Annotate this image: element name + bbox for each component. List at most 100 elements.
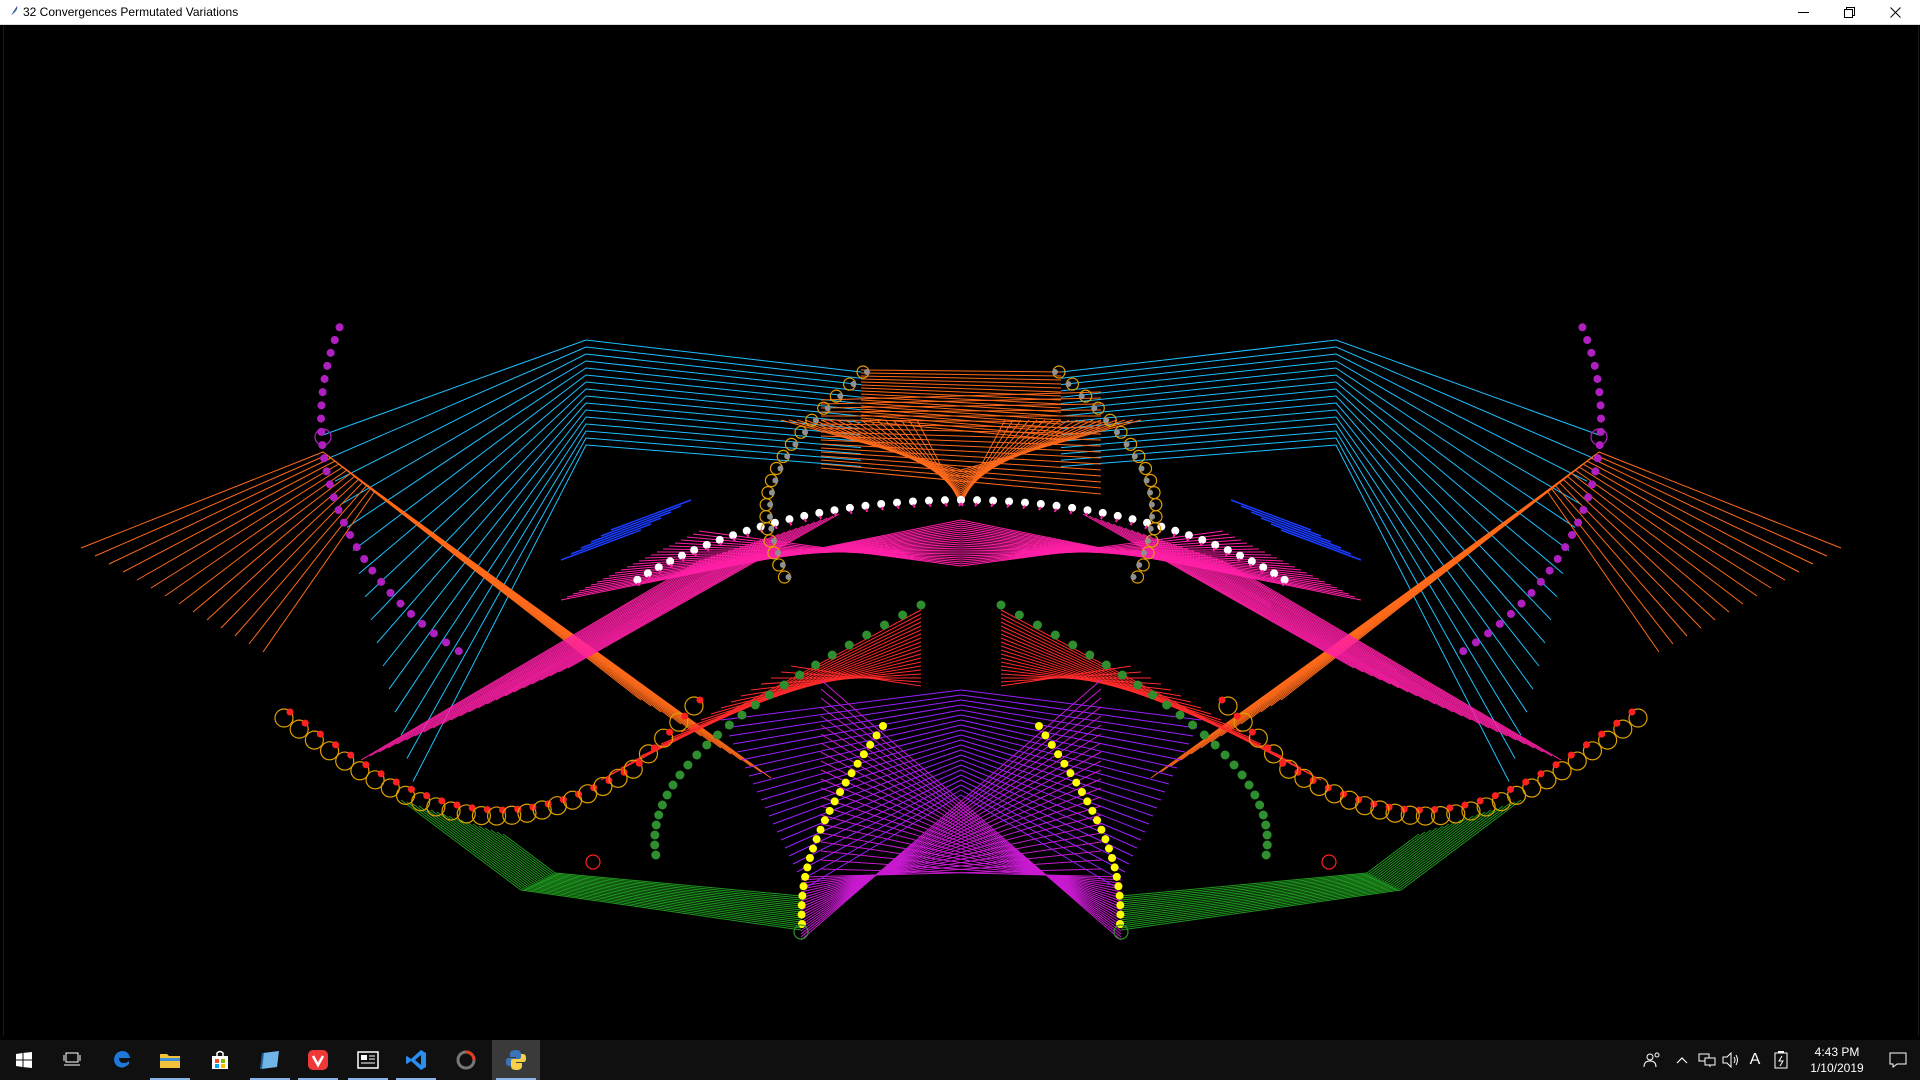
- gray-marker: [771, 537, 778, 544]
- yellow-marker: [1066, 769, 1075, 778]
- red-marker: [392, 778, 400, 786]
- gray-marker: [1136, 561, 1143, 568]
- purple-marker: [1588, 480, 1597, 489]
- purple-marker: [346, 530, 355, 539]
- white-marker: [666, 557, 675, 566]
- battery-button[interactable]: [1770, 1040, 1792, 1080]
- white-marker: [973, 496, 982, 505]
- green-marker: [1199, 730, 1209, 740]
- purple-web-line: [752, 729, 962, 785]
- orange-crown-line: [860, 372, 1062, 377]
- clock[interactable]: 4:43 PM 1/10/2019: [1800, 1044, 1874, 1076]
- python-button[interactable]: [492, 1040, 540, 1080]
- green-marker: [1244, 780, 1254, 790]
- white-marker: [643, 569, 652, 578]
- vivaldi-button[interactable]: [294, 1040, 342, 1080]
- show-hidden-icons-button[interactable]: [1672, 1040, 1692, 1080]
- purple-marker: [1593, 454, 1602, 463]
- white-marker: [1113, 511, 1122, 520]
- edge-button[interactable]: [98, 1040, 146, 1080]
- action-center-button[interactable]: [1876, 1040, 1920, 1080]
- pink-web-line: [513, 525, 804, 693]
- yellow-marker: [1097, 825, 1106, 834]
- purple-marker: [429, 629, 438, 638]
- green-marker: [827, 650, 837, 660]
- red-marker: [1264, 744, 1272, 752]
- orange-fan-line: [178, 472, 712, 743]
- file-explorer-button[interactable]: [146, 1040, 194, 1080]
- purple-marker: [326, 348, 335, 357]
- purple-web-line: [728, 699, 962, 737]
- close-button[interactable]: [1872, 0, 1918, 25]
- green-marker: [654, 810, 664, 820]
- purple-marker: [317, 401, 326, 410]
- purple-marker: [322, 467, 331, 476]
- news-button[interactable]: [344, 1040, 392, 1080]
- green-marker: [1258, 810, 1268, 820]
- green-marker: [996, 600, 1006, 610]
- gray-marker: [850, 381, 857, 388]
- red-ring-marker: [585, 854, 601, 870]
- input-indicator-button[interactable]: A: [1744, 1040, 1766, 1080]
- red-marker: [423, 792, 431, 800]
- purple-web-line: [820, 679, 1122, 941]
- white-marker: [1259, 563, 1268, 572]
- pink-web-line: [1220, 559, 1562, 761]
- gray-marker: [1148, 501, 1155, 508]
- gray-marker: [864, 369, 870, 375]
- purple-web-line: [960, 699, 1194, 737]
- purple-marker: [352, 543, 361, 552]
- purple-marker: [360, 554, 369, 563]
- red-marker: [332, 741, 340, 749]
- purple-web-line: [820, 769, 1122, 911]
- restore-button[interactable]: [1826, 0, 1872, 25]
- app-circle-button[interactable]: [442, 1040, 490, 1080]
- vscode-icon: [406, 1050, 426, 1070]
- minimize-button[interactable]: [1780, 0, 1826, 25]
- yellow-marker: [1054, 750, 1063, 759]
- orange-crown-line: [860, 369, 1062, 373]
- volume-button[interactable]: [1720, 1040, 1742, 1080]
- green-marker: [750, 700, 760, 710]
- white-marker: [1184, 531, 1193, 540]
- pink-web-line: [558, 515, 834, 673]
- drawing-canvas[interactable]: [3, 26, 1919, 1036]
- green-marker: [668, 780, 678, 790]
- green-marker: [1262, 840, 1272, 850]
- people-button[interactable]: [1638, 1040, 1666, 1080]
- purple-marker: [1506, 609, 1515, 618]
- store-button[interactable]: [196, 1040, 244, 1080]
- green-marker: [657, 800, 667, 810]
- network-button[interactable]: [1696, 1040, 1718, 1080]
- yellow-marker: [1047, 740, 1056, 749]
- news-icon: [357, 1051, 379, 1069]
- gray-marker: [772, 477, 779, 484]
- gray-marker: [768, 489, 775, 496]
- start-button[interactable]: [0, 1040, 48, 1080]
- volume-icon: [1722, 1052, 1738, 1068]
- app-button[interactable]: [246, 1040, 294, 1080]
- white-marker: [1098, 508, 1107, 517]
- purple-marker: [418, 619, 427, 628]
- title-bar[interactable]: 32 Convergences Permutated Variations: [0, 0, 1920, 25]
- green-marker: [1261, 850, 1271, 860]
- yellow-marker: [836, 788, 845, 796]
- white-marker: [1270, 569, 1279, 578]
- vscode-button[interactable]: [392, 1040, 440, 1080]
- green-marker: [880, 620, 890, 630]
- white-marker: [877, 500, 886, 509]
- input-indicator-icon: A: [1749, 1051, 1761, 1068]
- white-marker: [940, 496, 949, 505]
- blue-accent-line: [580, 517, 662, 549]
- orange-fan-line: [108, 457, 662, 713]
- yellow-marker: [1072, 778, 1081, 787]
- pink-web-line: [459, 537, 768, 717]
- cyan-fan-line: [328, 346, 862, 459]
- gray-marker: [802, 429, 809, 436]
- green-marker: [1210, 740, 1220, 750]
- task-view-button[interactable]: [48, 1040, 96, 1080]
- purple-marker: [454, 647, 463, 656]
- network-icon: [1698, 1053, 1716, 1067]
- yellow-marker: [1093, 816, 1102, 825]
- white-marker: [1236, 551, 1245, 560]
